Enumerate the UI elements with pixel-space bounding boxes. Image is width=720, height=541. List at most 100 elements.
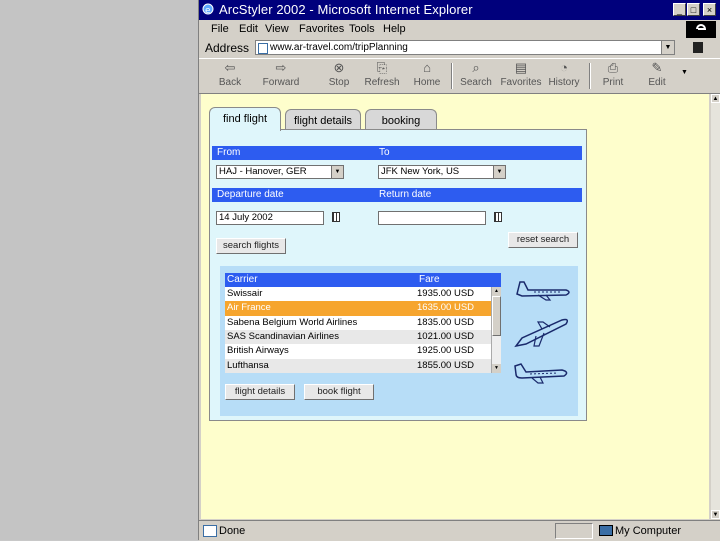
- result-row[interactable]: Sabena Belgium World Airlines 1835.00 US…: [225, 316, 491, 330]
- stop-button[interactable]: ⊗ Stop: [325, 61, 353, 88]
- search-button[interactable]: ⌕ Search: [457, 61, 495, 88]
- back-label: Back: [218, 77, 242, 88]
- scroll-thumb[interactable]: [492, 296, 501, 336]
- menu-favorites[interactable]: Favorites: [299, 23, 344, 35]
- edit-button[interactable]: ✎ Edit: [645, 61, 669, 88]
- result-row[interactable]: Lufthansa 1855.00 USD: [225, 358, 491, 373]
- result-row-selected[interactable]: Air France 1635.00 USD: [225, 301, 491, 316]
- menu-tools[interactable]: Tools: [349, 23, 375, 35]
- page-done-icon: [203, 525, 217, 537]
- svg-text:e: e: [205, 6, 211, 15]
- menu-file[interactable]: File: [211, 23, 229, 35]
- browser-window: e ArcStyler 2002 - Microsoft Internet Ex…: [198, 0, 720, 541]
- results-list: Swissair 1935.00 USD Air France 1635.00 …: [225, 287, 491, 373]
- return-header: Return date: [374, 188, 582, 202]
- departure-date-input[interactable]: 14 July 2002: [216, 211, 324, 225]
- address-field[interactable]: www.ar-travel.com/tripPlanning ▼: [255, 40, 675, 55]
- carrier-cell: SAS Scandinavian Airlines: [227, 330, 339, 342]
- reset-search-button[interactable]: reset search: [508, 232, 578, 248]
- fare-cell: 1635.00 USD: [417, 302, 475, 314]
- carrier-cell: British Airways: [227, 345, 289, 357]
- book-flight-button[interactable]: book flight: [304, 384, 374, 400]
- ie-app-icon: e: [202, 3, 214, 16]
- close-button[interactable]: ×: [703, 3, 716, 16]
- results-scrollbar[interactable]: ▲ ▼: [491, 287, 501, 373]
- page-icon: [258, 43, 268, 54]
- menu-help[interactable]: Help: [383, 23, 406, 35]
- address-bar: Address www.ar-travel.com/tripPlanning ▼: [199, 38, 720, 58]
- return-date-input[interactable]: [378, 211, 486, 225]
- from-value: HAJ - Hanover, GER: [219, 166, 307, 177]
- history-label: History: [548, 77, 580, 88]
- forward-label: Forward: [262, 77, 300, 88]
- back-arrow-icon: ⇦: [224, 60, 236, 75]
- my-computer-icon: [599, 525, 613, 536]
- tab-booking[interactable]: booking: [365, 109, 437, 131]
- address-label: Address: [205, 41, 250, 55]
- title-bar: e ArcStyler 2002 - Microsoft Internet Ex…: [199, 0, 720, 20]
- favorites-folder-icon: ▤: [514, 60, 528, 75]
- menu-view[interactable]: View: [265, 23, 289, 35]
- result-row[interactable]: SAS Scandinavian Airlines 1021.00 USD: [225, 329, 491, 345]
- carrier-cell: Sabena Belgium World Airlines: [227, 316, 358, 328]
- security-zone: My Computer: [615, 525, 682, 537]
- left-margin: [0, 0, 198, 540]
- result-row[interactable]: Swissair 1935.00 USD: [225, 287, 491, 301]
- plane-takeoff-icon: [514, 318, 569, 348]
- page-scroll-down-icon[interactable]: ▼: [711, 510, 720, 519]
- to-select[interactable]: JFK New York, US ▼: [378, 165, 506, 179]
- scroll-down-icon[interactable]: ▼: [492, 364, 501, 373]
- fare-cell: 1855.00 USD: [417, 359, 475, 371]
- status-text: Done: [219, 525, 246, 537]
- toolbar-separator: [451, 63, 453, 89]
- results-box: Carrier Fare Swissair 1935.00 USD Air Fr…: [220, 266, 578, 416]
- toolbar: ⇦ Back ⇨ Forward ⊗ Stop ⎘ Refresh ⌂ Home…: [199, 58, 720, 94]
- refresh-icon: ⎘: [376, 60, 388, 75]
- edit-icon: ✎: [651, 60, 663, 75]
- home-button[interactable]: ⌂ Home: [411, 61, 443, 88]
- flight-details-button[interactable]: flight details: [225, 384, 295, 400]
- fare-cell: 1935.00 USD: [417, 288, 475, 299]
- history-button[interactable]: ◔ History: [545, 61, 583, 88]
- page-scroll-up-icon[interactable]: ▲: [711, 94, 720, 103]
- result-row[interactable]: British Airways 1925.00 USD: [225, 344, 491, 358]
- status-segment: [555, 523, 593, 539]
- maximize-button[interactable]: □: [687, 3, 700, 16]
- find-flight-panel: From To HAJ - Hanover, GER ▼ JFK New Yor…: [209, 129, 587, 421]
- fare-cell: 1021.00 USD: [417, 330, 475, 342]
- search-label: Search: [460, 77, 492, 88]
- forward-button[interactable]: ⇨ Forward: [261, 61, 301, 88]
- home-label: Home: [413, 77, 441, 88]
- to-dropdown-icon: ▼: [493, 166, 505, 178]
- fare-cell: 1925.00 USD: [417, 345, 475, 357]
- tab-find-flight[interactable]: find flight: [209, 107, 281, 131]
- minimize-button[interactable]: _: [673, 3, 686, 16]
- favorites-button[interactable]: ▤ Favorites: [499, 61, 543, 88]
- carrier-column-header: Carrier: [227, 274, 258, 285]
- plane-landing-icon: [514, 363, 568, 384]
- print-button[interactable]: ⎙ Print: [599, 61, 627, 88]
- page-scrollbar[interactable]: ▲ ▼: [711, 94, 720, 519]
- status-bar: Done My Computer: [199, 520, 720, 541]
- refresh-button[interactable]: ⎘ Refresh: [363, 61, 401, 88]
- carrier-cell: Lufthansa: [227, 359, 269, 371]
- fare-column-header: Fare: [419, 274, 440, 285]
- departure-calendar-icon[interactable]: [332, 212, 340, 222]
- from-select[interactable]: HAJ - Hanover, GER ▼: [216, 165, 344, 179]
- scroll-up-icon[interactable]: ▲: [492, 287, 501, 296]
- search-flights-button[interactable]: search flights: [216, 238, 286, 254]
- menu-edit[interactable]: Edit: [239, 23, 258, 35]
- address-dropdown-icon[interactable]: ▼: [661, 41, 674, 54]
- back-button[interactable]: ⇦ Back: [213, 61, 247, 88]
- go-icon[interactable]: [693, 42, 703, 53]
- tab-flight-details[interactable]: flight details: [285, 109, 361, 131]
- search-icon: ⌕: [472, 60, 480, 75]
- window-title: ArcStyler 2002 - Microsoft Internet Expl…: [219, 2, 473, 17]
- stop-icon: ⊗: [333, 60, 345, 75]
- menu-bar: File Edit View Favorites Tools Help: [199, 20, 720, 38]
- return-calendar-icon[interactable]: [494, 212, 502, 222]
- toolbar-more-chevron-icon[interactable]: ▼: [681, 69, 688, 76]
- forward-arrow-icon: ⇨: [275, 60, 287, 75]
- from-header: From: [212, 146, 374, 160]
- from-dropdown-icon: ▼: [331, 166, 343, 178]
